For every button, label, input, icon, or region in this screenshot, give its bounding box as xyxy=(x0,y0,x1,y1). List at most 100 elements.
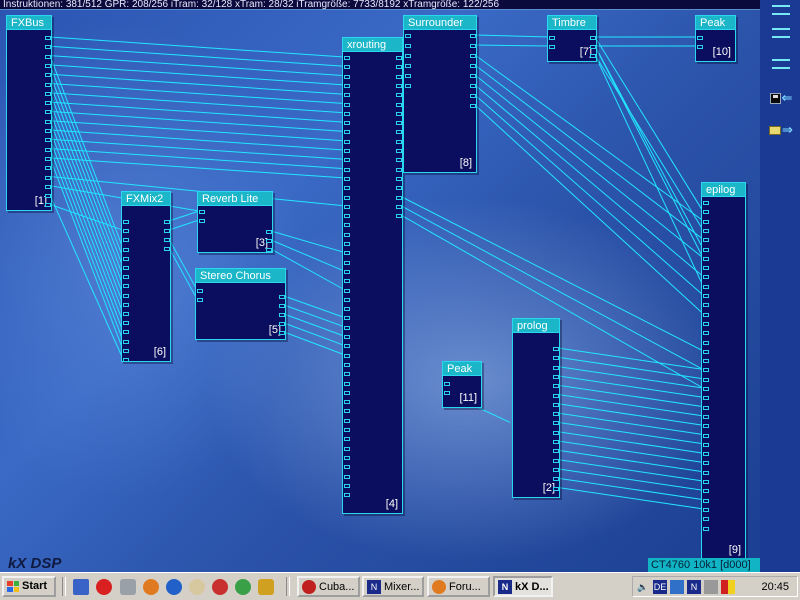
input-pin[interactable] xyxy=(344,158,350,163)
input-pin[interactable] xyxy=(199,219,205,223)
input-pin[interactable] xyxy=(123,220,129,224)
plugin-fxbus[interactable]: FXBus [1] xyxy=(6,15,52,211)
input-pin[interactable] xyxy=(703,433,709,438)
input-pin[interactable] xyxy=(703,442,709,447)
output-pin[interactable] xyxy=(396,93,402,98)
input-pin[interactable] xyxy=(703,424,709,429)
output-pin[interactable] xyxy=(553,421,559,426)
input-pin[interactable] xyxy=(703,247,709,252)
output-pin[interactable] xyxy=(553,356,559,361)
plugin-title[interactable]: Stereo Chorus xyxy=(195,268,286,283)
output-pin[interactable] xyxy=(396,214,402,219)
kx-tray-icon[interactable]: N xyxy=(687,579,701,594)
input-pin[interactable] xyxy=(405,84,411,88)
output-pin[interactable] xyxy=(164,220,170,224)
plugin-epilog[interactable]: epilog [9] xyxy=(701,182,746,560)
plugin-peak-10[interactable]: Peak [10] xyxy=(695,15,736,62)
task-cubase[interactable]: Cuba... xyxy=(297,576,360,597)
gimp-icon[interactable] xyxy=(189,579,205,595)
input-pin[interactable] xyxy=(123,321,129,326)
firefox-icon[interactable] xyxy=(143,579,159,595)
input-pin[interactable] xyxy=(444,391,450,395)
plugin-title[interactable]: epilog xyxy=(701,182,746,197)
output-pin[interactable] xyxy=(553,440,559,444)
output-pin[interactable] xyxy=(45,82,51,87)
output-pin[interactable] xyxy=(396,167,402,172)
input-pin[interactable] xyxy=(123,266,129,270)
input-pin[interactable] xyxy=(123,256,129,261)
input-pin[interactable] xyxy=(703,396,709,401)
input-pin[interactable] xyxy=(344,455,350,460)
input-pin[interactable] xyxy=(703,526,709,531)
input-pin[interactable] xyxy=(123,284,129,289)
input-pin[interactable] xyxy=(703,303,709,308)
input-pin[interactable] xyxy=(199,210,205,214)
input-pin[interactable] xyxy=(344,437,350,442)
input-pin[interactable] xyxy=(549,45,555,49)
output-pin[interactable] xyxy=(396,83,402,88)
input-pin[interactable] xyxy=(344,344,350,349)
input-pin[interactable] xyxy=(344,242,350,246)
input-pin[interactable] xyxy=(123,238,129,243)
input-pin[interactable] xyxy=(703,340,709,345)
output-pin[interactable] xyxy=(396,149,402,153)
input-pin[interactable] xyxy=(344,288,350,293)
input-pin[interactable] xyxy=(344,400,350,405)
input-pin[interactable] xyxy=(344,149,350,153)
input-pin[interactable] xyxy=(123,302,129,307)
output-pin[interactable] xyxy=(553,412,559,417)
input-pin[interactable] xyxy=(344,325,350,330)
plugin-title[interactable]: FXBus xyxy=(6,15,52,30)
input-pin[interactable] xyxy=(344,223,350,228)
output-pin[interactable] xyxy=(553,393,559,398)
input-pin[interactable] xyxy=(344,316,350,321)
plugin-reverb-lite[interactable]: Reverb Lite [3] xyxy=(197,191,273,253)
input-pin[interactable] xyxy=(405,74,411,78)
plugin-prolog[interactable]: prolog [2] xyxy=(512,318,560,498)
output-pin[interactable] xyxy=(553,374,559,379)
compass-icon[interactable] xyxy=(166,579,182,595)
output-pin[interactable] xyxy=(396,186,402,191)
input-pin[interactable] xyxy=(344,428,350,432)
plugin-surrounder[interactable]: Surrounder [8] xyxy=(403,15,477,173)
network-tray-icon[interactable] xyxy=(704,579,718,594)
output-pin[interactable] xyxy=(45,119,51,124)
input-pin[interactable] xyxy=(197,298,203,302)
output-pin[interactable] xyxy=(164,229,170,233)
input-pin[interactable] xyxy=(123,348,129,353)
play-icon[interactable] xyxy=(235,579,251,595)
input-pin[interactable] xyxy=(344,362,350,367)
output-pin[interactable] xyxy=(396,102,402,107)
input-pin[interactable] xyxy=(703,210,709,215)
output-pin[interactable] xyxy=(266,230,272,234)
output-pin[interactable] xyxy=(470,34,476,38)
output-pin[interactable] xyxy=(45,203,51,208)
output-pin[interactable] xyxy=(279,322,285,326)
output-pin[interactable] xyxy=(279,304,285,308)
input-pin[interactable] xyxy=(344,493,350,498)
input-pin[interactable] xyxy=(344,74,350,79)
input-pin[interactable] xyxy=(344,353,350,358)
input-pin[interactable] xyxy=(703,321,709,326)
output-pin[interactable] xyxy=(470,64,476,68)
plugin-title[interactable]: FXMix2 xyxy=(121,191,171,206)
input-pin[interactable] xyxy=(197,289,203,293)
output-pin[interactable] xyxy=(45,73,51,78)
input-pin[interactable] xyxy=(703,238,709,243)
output-pin[interactable] xyxy=(470,54,476,58)
input-pin[interactable] xyxy=(344,139,350,144)
dsp-workspace[interactable]: FXBus [1] FXMix2 [6] Reverb Lite [3] Ste… xyxy=(0,10,760,572)
plugin-stereo-chorus[interactable]: Stereo Chorus [5] xyxy=(195,268,286,340)
input-pin[interactable] xyxy=(703,266,709,271)
input-pin[interactable] xyxy=(344,195,350,200)
antivirus-icon[interactable] xyxy=(721,579,735,594)
plugin-fxmix2[interactable]: FXMix2 [6] xyxy=(121,191,171,362)
input-pin[interactable] xyxy=(405,44,411,48)
output-pin[interactable] xyxy=(590,45,596,49)
input-pin[interactable] xyxy=(703,368,709,373)
input-pin[interactable] xyxy=(697,36,703,40)
tool-app-icon[interactable] xyxy=(258,579,274,595)
output-pin[interactable] xyxy=(396,130,402,135)
output-pin[interactable] xyxy=(266,239,272,243)
output-pin[interactable] xyxy=(553,402,559,407)
